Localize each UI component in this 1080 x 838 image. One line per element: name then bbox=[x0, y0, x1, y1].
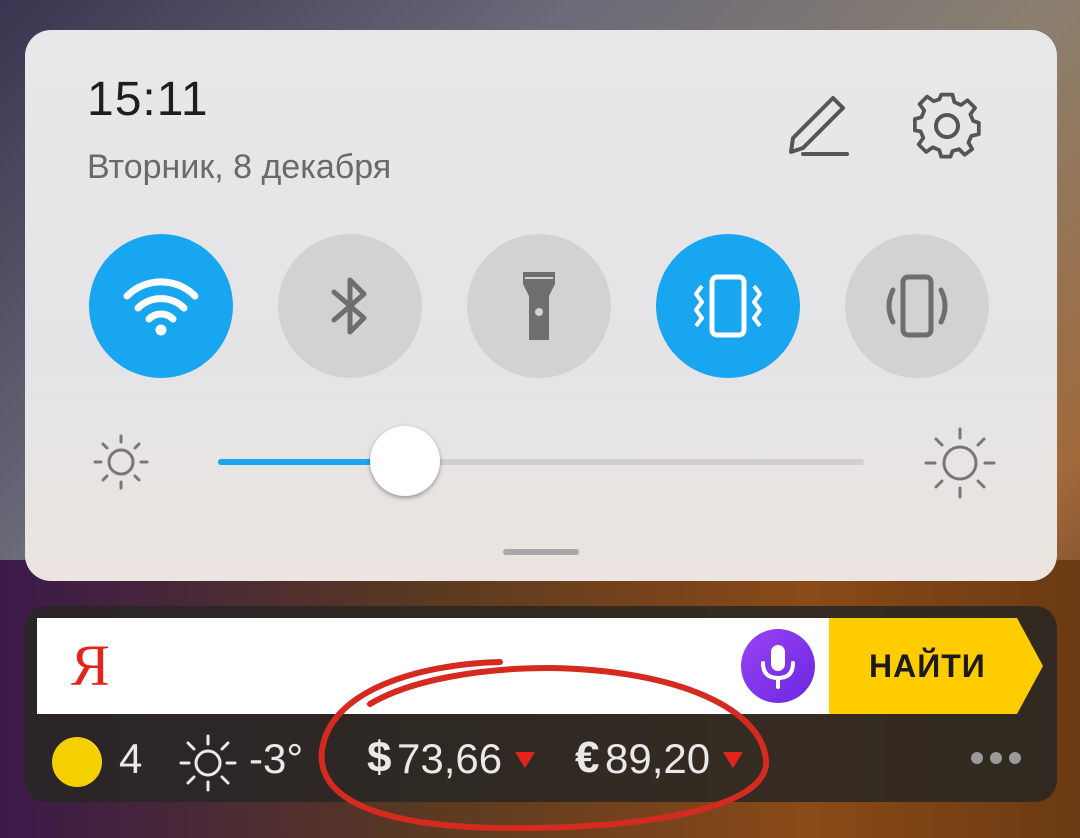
usd-symbol: $ bbox=[367, 733, 392, 782]
yandex-widget: Я НАЙТИ 4 -3° $ 73,66 € 89,20 bbox=[25, 606, 1057, 802]
bluetooth-toggle[interactable] bbox=[278, 234, 422, 378]
auto-rotate-toggle[interactable] bbox=[845, 234, 989, 378]
down-arrow-icon bbox=[515, 752, 535, 768]
search-input[interactable]: Я bbox=[37, 618, 829, 714]
gear-icon[interactable] bbox=[913, 92, 985, 164]
traffic-icon[interactable] bbox=[51, 736, 103, 788]
quick-settings-panel: 15:11 Вторник, 8 декабря bbox=[25, 30, 1057, 581]
more-icon[interactable] bbox=[969, 750, 1023, 766]
yandex-logo: Я bbox=[71, 633, 110, 698]
eur-symbol: € bbox=[575, 733, 600, 782]
search-button[interactable]: НАЙТИ bbox=[829, 618, 1043, 714]
down-arrow-icon bbox=[723, 752, 743, 768]
panel-drag-handle[interactable] bbox=[503, 549, 579, 555]
brightness-low-icon bbox=[91, 432, 151, 492]
flashlight-toggle[interactable] bbox=[467, 234, 611, 378]
temperature[interactable]: -3° bbox=[249, 735, 303, 783]
sun-icon[interactable] bbox=[177, 732, 239, 794]
voice-search-button[interactable] bbox=[741, 629, 815, 703]
usd-rate[interactable]: 73,66 bbox=[397, 735, 502, 783]
eur-rate[interactable]: 89,20 bbox=[605, 735, 710, 783]
wifi-icon bbox=[123, 278, 199, 336]
traffic-score[interactable]: 4 bbox=[119, 735, 142, 783]
bluetooth-icon bbox=[331, 277, 367, 335]
brightness-slider-thumb[interactable] bbox=[370, 426, 441, 496]
brightness-slider[interactable] bbox=[218, 426, 864, 496]
clock: 15:11 bbox=[87, 73, 209, 126]
microphone-icon bbox=[761, 645, 795, 689]
edit-icon[interactable] bbox=[783, 94, 853, 164]
auto-rotate-icon bbox=[886, 274, 948, 338]
flashlight-icon bbox=[523, 272, 555, 340]
vibrate-icon bbox=[694, 274, 762, 338]
brightness-high-icon bbox=[923, 426, 997, 500]
date-label: Вторник, 8 декабря bbox=[87, 148, 392, 186]
vibrate-toggle[interactable] bbox=[656, 234, 800, 378]
wifi-toggle[interactable] bbox=[89, 234, 233, 378]
widget-info-row: 4 -3° $ 73,66 € 89,20 bbox=[25, 724, 1057, 792]
